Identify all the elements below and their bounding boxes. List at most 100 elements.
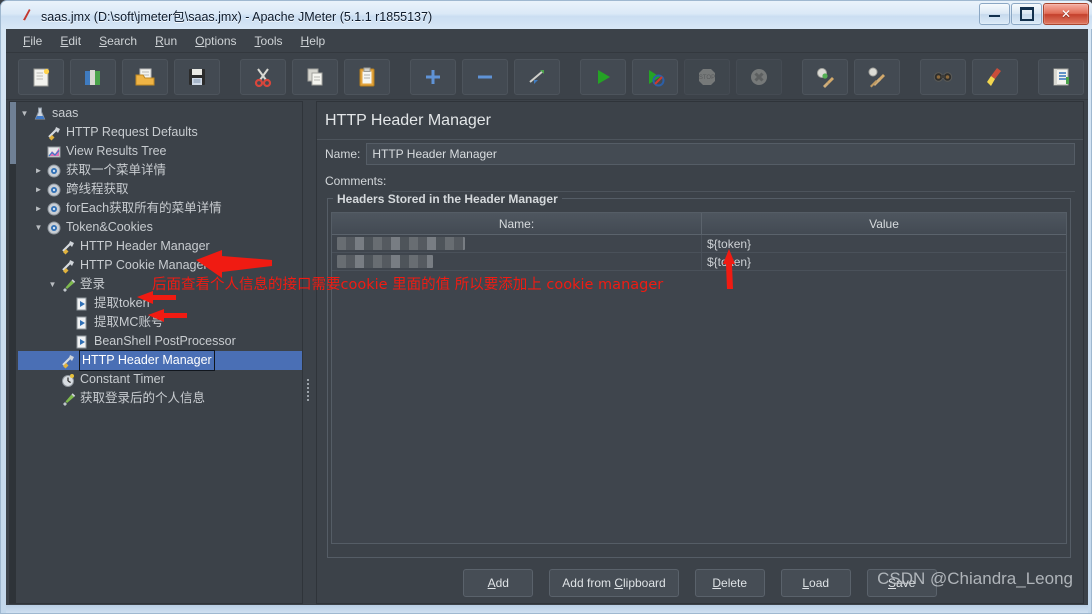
shutdown-icon — [751, 68, 767, 85]
tree-node[interactable]: 提取MC账号 — [18, 313, 302, 332]
header-value-cell[interactable]: ${token} — [702, 235, 1066, 252]
tree-toggle-collapsed-icon[interactable]: ► — [32, 180, 45, 199]
maximize-button[interactable] — [1011, 3, 1042, 25]
listener-icon — [47, 146, 61, 157]
load-button[interactable]: Load — [780, 569, 851, 597]
tree-toggle-placeholder — [32, 142, 45, 161]
shutdown-button[interactable] — [736, 58, 782, 95]
paste-button[interactable] — [344, 58, 390, 95]
menu-edit-rest: dit — [68, 33, 82, 48]
add-button-rest: dd — [495, 576, 509, 590]
tree-toggle-placeholder — [60, 294, 73, 313]
http-sampler-icon — [59, 391, 77, 407]
tree-toggle-placeholder — [46, 237, 59, 256]
tree-toggle-collapsed-icon[interactable]: ► — [32, 199, 45, 218]
search-button[interactable] — [920, 58, 966, 95]
tree-node-label: 登录 — [80, 277, 106, 291]
tree-scrollbar[interactable] — [10, 102, 16, 603]
clear-all-button[interactable] — [854, 58, 900, 95]
name-input[interactable]: HTTP Header Manager — [366, 143, 1075, 165]
config-element-icon — [45, 125, 63, 141]
timer-icon — [59, 372, 77, 388]
headers-table[interactable]: Name: Value ${token} ${token} — [331, 212, 1067, 544]
post-processor-icon — [73, 296, 91, 312]
tree-node[interactable]: ▼ Token&Cookies — [18, 218, 302, 237]
menu-run[interactable]: Run — [146, 31, 186, 51]
function-helper-button[interactable] — [1038, 58, 1084, 95]
table-row[interactable]: ${token} — [332, 235, 1066, 253]
templates-icon — [85, 69, 100, 85]
tree-node-label: Token&Cookies — [66, 220, 153, 234]
menu-help[interactable]: Help — [292, 31, 335, 51]
test-plan-tree[interactable]: ▼ saas HTTP Request Defaults View Results T… — [9, 101, 303, 604]
tree-toggle-placeholder — [32, 123, 45, 142]
watermark: CSDN @Chiandra_Leong — [877, 569, 1073, 588]
menu-tools-rest: ools — [260, 33, 283, 48]
reset-search-button[interactable] — [972, 58, 1018, 95]
clear-icon — [817, 67, 834, 88]
copy-button[interactable] — [292, 58, 338, 95]
config-element-icon — [48, 126, 60, 140]
split-pane-divider[interactable] — [305, 377, 311, 403]
tree-node[interactable]: ► forEach获取所有的菜单详情 — [18, 199, 302, 218]
header-name-cell[interactable] — [332, 253, 702, 270]
tree-node[interactable]: 提取token — [18, 294, 302, 313]
window-title: saas.jmx (D:\soft\jmeter包\saas.jmx) - Ap… — [41, 10, 433, 24]
delete-button-rest: elete — [721, 576, 748, 590]
tree-node[interactable]: Constant Timer — [18, 370, 302, 389]
column-header-name[interactable]: Name: — [332, 213, 702, 234]
collapse-all-button[interactable] — [462, 58, 508, 95]
clear-button[interactable] — [802, 58, 848, 95]
table-row[interactable]: ${token} — [332, 253, 1066, 271]
start-no-pauses-button[interactable] — [632, 58, 678, 95]
tree-node[interactable]: HTTP Header Manager — [18, 237, 302, 256]
header-name-cell[interactable] — [332, 235, 702, 252]
redacted-value — [337, 237, 465, 250]
tree-node[interactable]: View Results Tree — [18, 142, 302, 161]
menu-file[interactable]: File — [14, 31, 51, 51]
header-value-cell[interactable]: ${token} — [702, 253, 1066, 270]
post-processor-icon — [73, 334, 91, 350]
add-from-clipboard-button[interactable]: Add from Clipboard — [549, 569, 679, 597]
close-button[interactable]: ✕ — [1043, 3, 1089, 25]
tree-toggle-collapsed-icon[interactable]: ► — [32, 161, 45, 180]
tree-scrollbar-thumb[interactable] — [10, 102, 16, 164]
tree-node[interactable]: HTTP Cookie Manager — [18, 256, 302, 275]
new-button[interactable] — [18, 58, 64, 95]
timer-icon — [62, 373, 74, 387]
toggle-button[interactable] — [514, 58, 560, 95]
cut-button[interactable] — [240, 58, 286, 95]
menu-search[interactable]: Search — [90, 31, 146, 51]
menu-tools[interactable]: Tools — [246, 31, 292, 51]
tree-node[interactable]: ► 获取一个菜单详情 — [18, 161, 302, 180]
tree-node[interactable]: BeanShell PostProcessor — [18, 332, 302, 351]
tree-toggle-expanded-icon[interactable]: ▼ — [18, 104, 31, 123]
minimize-icon — [989, 11, 1000, 17]
config-element-icon — [62, 240, 74, 254]
templates-button[interactable] — [70, 58, 116, 95]
add-button[interactable]: Add — [463, 569, 534, 597]
start-button[interactable] — [580, 58, 626, 95]
tree-toggle-expanded-icon[interactable]: ▼ — [46, 275, 59, 294]
tree-node[interactable]: ▼ saas — [18, 104, 302, 123]
delete-button[interactable]: Delete — [694, 569, 765, 597]
stop-button[interactable]: STOP — [684, 58, 730, 95]
menu-edit[interactable]: Edit — [51, 31, 90, 51]
menu-options[interactable]: Options — [186, 31, 245, 51]
save-button[interactable] — [174, 58, 220, 95]
column-header-value[interactable]: Value — [702, 213, 1066, 234]
paste-icon — [359, 67, 375, 86]
tree-node[interactable]: HTTP Request Defaults — [18, 123, 302, 142]
minimize-button[interactable] — [979, 3, 1010, 25]
open-button[interactable] — [122, 58, 168, 95]
tree-node[interactable]: HTTP Header Manager — [18, 350, 302, 371]
tree-node[interactable]: 获取登录后的个人信息 — [18, 389, 302, 408]
tree-node[interactable]: ▼ 登录 — [18, 275, 302, 294]
tree-toggle-expanded-icon[interactable]: ▼ — [32, 218, 45, 237]
tree-node[interactable]: ► 跨线程获取 — [18, 180, 302, 199]
tree-toggle-placeholder — [46, 370, 59, 389]
copy-icon — [307, 68, 323, 85]
comments-input[interactable] — [392, 170, 1075, 192]
save-icon — [189, 68, 205, 85]
expand-all-button[interactable] — [410, 58, 456, 95]
